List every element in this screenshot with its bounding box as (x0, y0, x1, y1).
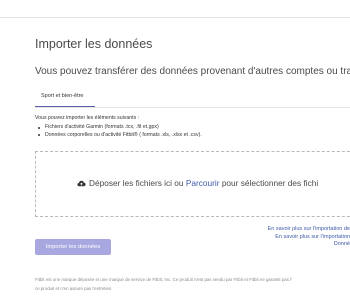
list-item: Fichiers d'activité Garmin (formats .tcx… (35, 124, 202, 132)
footer-line-2: ce produit et n'en assure pas l'entretie… (35, 286, 113, 291)
tab-sport-et-bien-etre[interactable]: Sport et bien-être (35, 90, 95, 107)
help-link-3[interactable]: Donné (268, 241, 350, 249)
list-item: Données corporelles ou d'activité Fitbit… (35, 132, 202, 140)
bullet-icon (38, 134, 41, 137)
import-data-button[interactable]: Importer les données (35, 239, 111, 255)
tabs-divider (35, 107, 350, 108)
page-title: Importer les données (35, 37, 153, 51)
import-data-page: Importer les données Vous pouvez transfé… (0, 0, 350, 300)
page-subtitle: Vous pouvez transférer des données prove… (35, 66, 350, 77)
footer-disclaimer: Fitbit est une marque déposée et une mar… (35, 275, 350, 293)
cloud-upload-icon (77, 180, 86, 187)
file-dropzone[interactable]: Déposer les fichiers ici ou Parcourir po… (35, 151, 350, 217)
help-links: En savoir plus sur l'importation de En s… (268, 226, 350, 249)
list-item-text: Données corporelles ou d'activité Fitbit… (45, 131, 202, 138)
tab-label: Sport et bien-être (41, 93, 84, 99)
top-divider (0, 17, 350, 18)
list-item-text: Fichiers d'activité Garmin (formats .tcx… (45, 124, 159, 130)
supported-formats-list: Fichiers d'activité Garmin (formats .tcx… (35, 124, 202, 139)
help-link-1[interactable]: En savoir plus sur l'importation de (268, 226, 350, 234)
bullet-icon (38, 126, 41, 129)
dropzone-text-before: Déposer les fichiers ici ou (89, 178, 186, 188)
dropzone-text-after: pour sélectionner des fichi (219, 178, 319, 188)
dropzone-text: Déposer les fichiers ici ou Parcourir po… (77, 178, 318, 188)
supported-formats-intro: Vous pouvez importer les éléments suivan… (35, 115, 140, 121)
help-link-2[interactable]: En savoir plus sur l'importation (268, 234, 350, 242)
browse-link[interactable]: Parcourir (186, 178, 220, 188)
footer-line-1: Fitbit est une marque déposée et une mar… (35, 277, 292, 282)
